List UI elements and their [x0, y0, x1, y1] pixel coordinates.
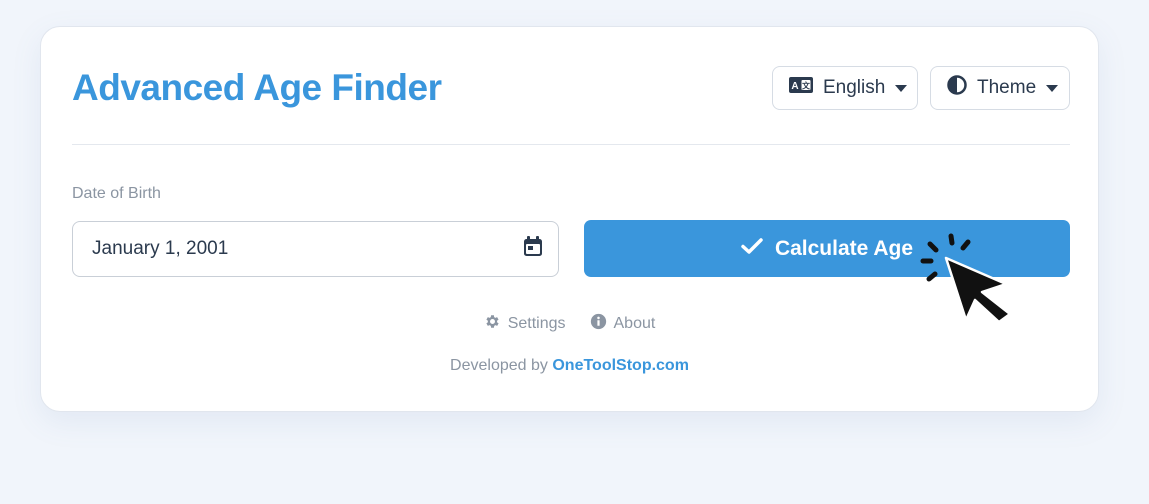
footer-links: Settings About [41, 313, 1098, 335]
settings-link[interactable]: Settings [484, 313, 566, 335]
developer-credit: Developed by OneToolStop.com [41, 357, 1098, 375]
calendar-icon[interactable] [524, 236, 542, 262]
theme-label: Theme [977, 77, 1037, 98]
contrast-icon [947, 75, 967, 101]
credit-prefix: Developed by [450, 357, 548, 374]
info-icon [590, 313, 607, 335]
onetoolstop-link[interactable]: OneToolStop.com [552, 357, 689, 374]
chevron-down-icon [895, 77, 908, 99]
gear-icon [484, 313, 501, 335]
calculate-age-label: Calculate Age [774, 236, 914, 260]
check-icon [741, 237, 763, 261]
language-label: English [823, 77, 886, 98]
date-of-birth-value: January 1, 2001 [92, 238, 229, 259]
theme-dropdown[interactable]: Theme [930, 66, 1070, 110]
settings-label: Settings [507, 315, 566, 332]
date-of-birth-input[interactable]: January 1, 2001 [72, 221, 559, 277]
age-finder-card: Advanced Age Finder A 文 English Theme Da… [40, 26, 1099, 412]
page-title: Advanced Age Finder [72, 67, 442, 108]
date-of-birth-label: Date of Birth [72, 185, 161, 202]
svg-text:A: A [791, 81, 798, 92]
about-label: About [613, 315, 656, 332]
svg-text:文: 文 [802, 81, 811, 91]
language-icon: A 文 [789, 77, 813, 99]
chevron-down-icon [1046, 77, 1059, 99]
about-link[interactable]: About [590, 313, 656, 335]
header-divider [72, 144, 1070, 145]
language-dropdown[interactable]: A 文 English [772, 66, 918, 110]
calculate-age-button[interactable]: Calculate Age [584, 220, 1070, 277]
